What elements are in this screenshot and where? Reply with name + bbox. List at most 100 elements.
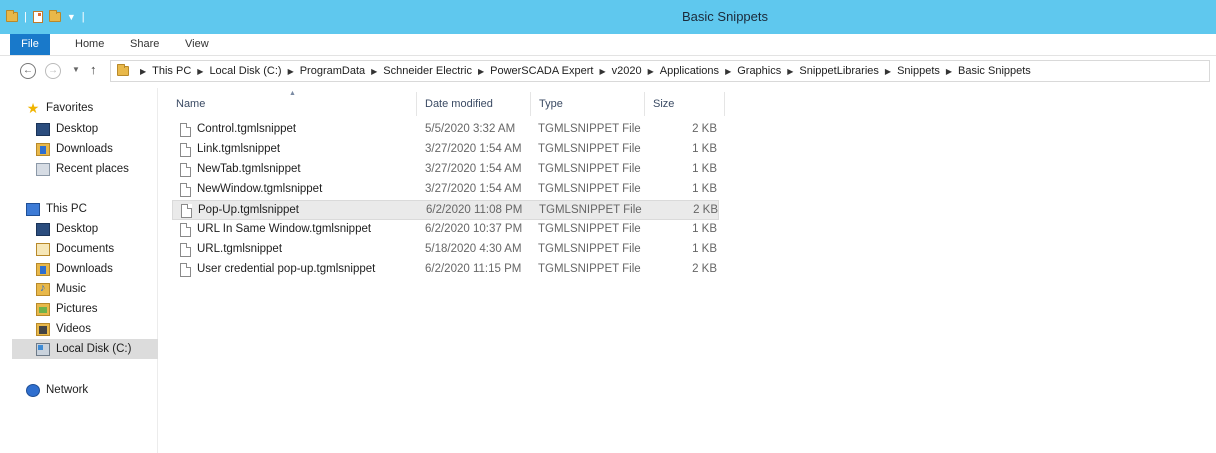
nav-item-desktop[interactable]: Desktop — [36, 219, 98, 239]
column-header-type[interactable]: Type — [531, 92, 645, 116]
breadcrumb-separator-icon[interactable]: ▶ — [288, 67, 294, 76]
file-type: TGMLSNIPPET File — [538, 263, 641, 275]
nav-item-documents[interactable]: Documents — [36, 239, 114, 259]
recent-locations-chevron-icon[interactable]: ▼ — [72, 65, 80, 74]
nav-network[interactable]: Network — [26, 380, 88, 400]
file-date: 3/27/2020 1:54 AM — [425, 163, 522, 175]
breadcrumb-separator-icon[interactable]: ▶ — [946, 67, 952, 76]
breadcrumb-separator-icon[interactable]: ▶ — [787, 67, 793, 76]
videos-icon — [36, 322, 50, 336]
nav-item-videos[interactable]: Videos — [36, 319, 91, 339]
file-date: 5/18/2020 4:30 AM — [425, 243, 522, 255]
breadcrumb-this-pc[interactable]: This PC — [152, 65, 191, 77]
breadcrumb-separator-icon[interactable]: ▶ — [478, 67, 484, 76]
sort-ascending-icon: ▲ — [289, 90, 296, 97]
breadcrumb-separator-icon[interactable]: ▶ — [197, 67, 203, 76]
file-icon — [180, 183, 191, 197]
nav-item-label: Documents — [56, 243, 115, 255]
file-type: TGMLSNIPPET File — [538, 123, 641, 135]
column-header-date-modified[interactable]: Date modified — [417, 92, 531, 116]
breadcrumb-separator-icon[interactable]: ▶ — [140, 67, 146, 76]
file-row[interactable]: User credential pop-up.tgmlsnippet 6/2/2… — [172, 260, 719, 280]
breadcrumb-schneider-electric[interactable]: Schneider Electric — [383, 65, 472, 77]
navigation-pane[interactable]: ★ Favorites Desktop Downloads Recent pla… — [0, 88, 158, 453]
file-size: 1 KB — [692, 163, 717, 175]
file-size: 1 KB — [692, 243, 717, 255]
file-type: TGMLSNIPPET File — [538, 163, 641, 175]
breadcrumb-local-disk[interactable]: Local Disk (C:) — [209, 65, 281, 77]
music-icon — [36, 282, 50, 296]
breadcrumb-separator-icon[interactable]: ▶ — [599, 67, 605, 76]
file-type: TGMLSNIPPET File — [538, 223, 641, 235]
breadcrumb-snippetlibraries[interactable]: SnippetLibraries — [799, 65, 879, 77]
file-name: Control.tgmlsnippet — [197, 123, 297, 135]
nav-this-pc[interactable]: This PC — [26, 199, 87, 219]
file-row[interactable]: Control.tgmlsnippet 5/5/2020 3:32 AM TGM… — [172, 120, 719, 140]
nav-item-label: Pictures — [56, 303, 98, 315]
nav-item-music[interactable]: Music — [36, 279, 86, 299]
folder-icon — [117, 64, 129, 76]
nav-item-downloads[interactable]: Downloads — [36, 139, 113, 159]
breadcrumb-powerscada-expert[interactable]: PowerSCADA Expert — [490, 65, 593, 77]
file-icon — [180, 223, 191, 237]
tab-file[interactable]: File — [10, 34, 50, 55]
back-button[interactable]: ← — [20, 63, 36, 79]
file-date: 6/2/2020 11:08 PM — [426, 204, 523, 216]
nav-item-recent-places[interactable]: Recent places — [36, 159, 129, 179]
file-icon — [180, 243, 191, 257]
file-row[interactable]: URL.tgmlsnippet 5/18/2020 4:30 AM TGMLSN… — [172, 240, 719, 260]
file-date: 3/27/2020 1:54 AM — [425, 143, 522, 155]
up-arrow-icon[interactable]: ↑ — [90, 62, 97, 77]
breadcrumb-basic-snippets[interactable]: Basic Snippets — [958, 65, 1031, 77]
computer-icon — [26, 202, 40, 216]
file-type: TGMLSNIPPET File — [538, 143, 641, 155]
column-header-size[interactable]: Size — [645, 92, 725, 116]
file-name: URL In Same Window.tgmlsnippet — [197, 223, 372, 235]
nav-item-label: Music — [56, 283, 87, 295]
window-title: Basic Snippets — [682, 9, 768, 24]
file-row-highlighted[interactable]: Pop-Up.tgmlsnippet 6/2/2020 11:08 PM TGM… — [172, 200, 719, 220]
nav-item-pictures[interactable]: Pictures — [36, 299, 98, 319]
nav-item-label: Desktop — [56, 223, 99, 235]
breadcrumb-snippets[interactable]: Snippets — [897, 65, 940, 77]
tab-view[interactable]: View — [185, 38, 209, 50]
file-size: 2 KB — [692, 263, 717, 275]
file-size: 1 KB — [692, 183, 717, 195]
title-bar: | ▼ | Basic Snippets — [0, 0, 1216, 34]
file-row[interactable]: NewTab.tgmlsnippet 3/27/2020 1:54 AM TGM… — [172, 160, 719, 180]
breadcrumb-separator-icon[interactable]: ▶ — [885, 67, 891, 76]
desktop-icon — [36, 122, 50, 136]
downloads-icon — [36, 262, 50, 276]
breadcrumb-separator-icon[interactable]: ▶ — [648, 67, 654, 76]
nav-item-local-disk[interactable]: Local Disk (C:) — [12, 339, 158, 359]
file-date: 3/27/2020 1:54 AM — [425, 183, 522, 195]
file-row[interactable]: URL In Same Window.tgmlsnippet 6/2/2020 … — [172, 220, 719, 240]
breadcrumb-separator-icon[interactable]: ▶ — [371, 67, 377, 76]
tab-home[interactable]: Home — [75, 38, 104, 50]
file-row[interactable]: Link.tgmlsnippet 3/27/2020 1:54 AM TGMLS… — [172, 140, 719, 160]
nav-item-label: Network — [46, 384, 89, 396]
nav-item-label: Desktop — [56, 123, 99, 135]
network-icon — [26, 383, 40, 397]
forward-button[interactable]: → — [45, 63, 61, 79]
star-icon: ★ — [26, 99, 40, 116]
file-name: Link.tgmlsnippet — [197, 143, 281, 155]
breadcrumb-programdata[interactable]: ProgramData — [300, 65, 365, 77]
nav-favorites[interactable]: ★ Favorites — [26, 98, 94, 118]
nav-item-downloads[interactable]: Downloads — [36, 259, 113, 279]
tab-share[interactable]: Share — [130, 38, 159, 50]
documents-icon — [36, 242, 50, 256]
file-name: NewWindow.tgmlsnippet — [197, 183, 323, 195]
nav-item-desktop[interactable]: Desktop — [36, 119, 98, 139]
file-row[interactable]: NewWindow.tgmlsnippet 3/27/2020 1:54 AM … — [172, 180, 719, 200]
breadcrumb-separator-icon[interactable]: ▶ — [725, 67, 731, 76]
file-icon — [180, 163, 191, 177]
breadcrumb-graphics[interactable]: Graphics — [737, 65, 781, 77]
desktop-icon — [36, 222, 50, 236]
hard-drive-icon — [36, 342, 50, 356]
file-size: 2 KB — [693, 204, 718, 216]
breadcrumb-v2020[interactable]: v2020 — [612, 65, 642, 77]
breadcrumb-applications[interactable]: Applications — [660, 65, 719, 77]
address-bar[interactable]: ▶ This PC ▶ Local Disk (C:) ▶ ProgramDat… — [110, 60, 1210, 82]
recent-places-icon — [36, 162, 50, 176]
